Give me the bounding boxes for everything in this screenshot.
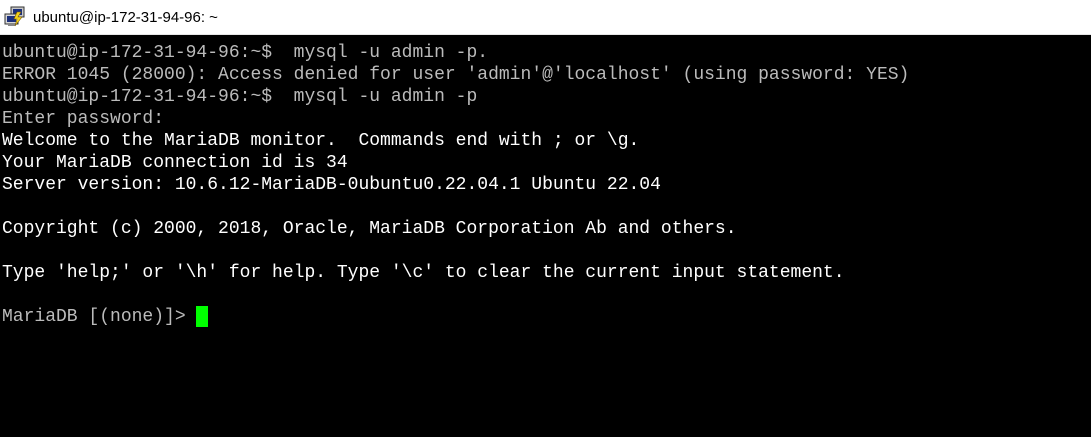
terminal-line: Type 'help;' or '\h' for help. Type '\c'… <box>2 263 845 283</box>
terminal-line: Enter password: <box>2 109 165 129</box>
terminal-window: ubuntu@ip-172-31-94-96: ~ ubuntu@ip-172-… <box>0 0 1091 437</box>
terminal-output[interactable]: ubuntu@ip-172-31-94-96:~$ mysql -u admin… <box>0 35 1091 437</box>
window-title: ubuntu@ip-172-31-94-96: ~ <box>33 8 218 26</box>
terminal-line: Copyright (c) 2000, 2018, Oracle, MariaD… <box>2 219 737 239</box>
mariadb-prompt-line[interactable]: MariaDB [(none)]> <box>2 306 1091 328</box>
putty-terminal-icon[interactable] <box>4 6 26 28</box>
terminal-line: Welcome to the MariaDB monitor. Commands… <box>2 131 640 151</box>
title-bar[interactable]: ubuntu@ip-172-31-94-96: ~ <box>0 0 1091 35</box>
terminal-line: ERROR 1045 (28000): Access denied for us… <box>2 65 910 85</box>
terminal-line: Server version: 10.6.12-MariaDB-0ubuntu0… <box>2 175 661 195</box>
terminal-line: ubuntu@ip-172-31-94-96:~$ mysql -u admin… <box>2 87 478 107</box>
mariadb-prompt: MariaDB [(none)]> <box>2 307 186 327</box>
terminal-line: Your MariaDB connection id is 34 <box>2 153 348 173</box>
terminal-cursor[interactable] <box>195 306 208 327</box>
terminal-line: ubuntu@ip-172-31-94-96:~$ mysql -u admin… <box>2 43 489 63</box>
